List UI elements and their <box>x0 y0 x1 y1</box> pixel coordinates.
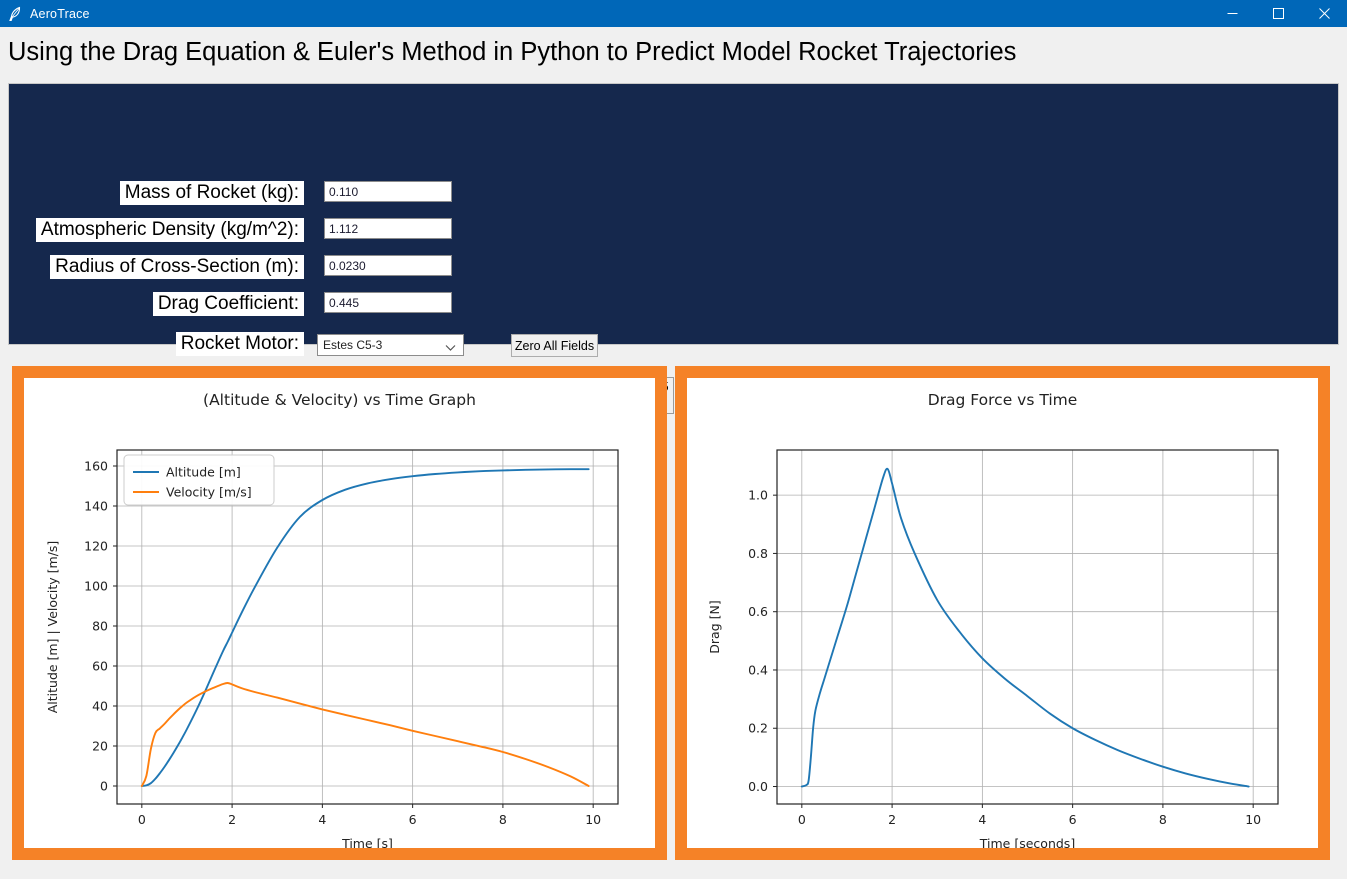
parameters-panel: Mass of Rocket (kg): 0.110 Atmospheric D… <box>8 83 1339 414</box>
svg-text:10: 10 <box>585 812 601 827</box>
drag-force-panel: Drag Force vs Time 0 2 4 6 8 10 0.0 0.2 0.4 0.6 0.… <box>675 366 1330 860</box>
minimize-button[interactable] <box>1209 0 1255 27</box>
svg-text:0: 0 <box>138 812 146 827</box>
svg-text:160: 160 <box>84 459 108 474</box>
label-atmospheric-density: Atmospheric Density (kg/m^2): <box>35 218 304 242</box>
feather-icon <box>0 6 30 22</box>
svg-text:0.2: 0.2 <box>748 721 768 736</box>
select-rocket-motor[interactable]: Estes C5-3 <box>317 334 464 356</box>
label-drag-coefficient: Drag Coefficient: <box>152 292 304 316</box>
page-title: Using the Drag Equation & Euler's Method… <box>8 37 1017 66</box>
svg-text:4: 4 <box>978 812 986 827</box>
svg-text:0.4: 0.4 <box>748 662 768 677</box>
select-rocket-motor-value: Estes C5-3 <box>323 338 383 352</box>
svg-text:0: 0 <box>100 779 108 794</box>
svg-text:Velocity [m/s]: Velocity [m/s] <box>166 485 252 500</box>
chevron-down-icon <box>445 341 456 355</box>
svg-text:1.0: 1.0 <box>748 488 768 503</box>
svg-text:80: 80 <box>92 619 108 634</box>
svg-text:0: 0 <box>798 812 806 827</box>
svg-text:Drag [N]: Drag [N] <box>707 600 722 653</box>
svg-text:0.8: 0.8 <box>748 546 768 561</box>
svg-text:4: 4 <box>318 812 326 827</box>
window-title: AeroTrace <box>30 6 90 21</box>
svg-text:0.0: 0.0 <box>748 779 768 794</box>
svg-text:120: 120 <box>84 539 108 554</box>
svg-text:2: 2 <box>888 812 896 827</box>
svg-text:140: 140 <box>84 499 108 514</box>
label-mass-of-rocket: Mass of Rocket (kg): <box>119 181 304 205</box>
input-drag-coefficient[interactable]: 0.445 <box>324 292 452 313</box>
altitude-velocity-panel: (Altitude & Velocity) vs Time Graph 0 2 4 6… <box>12 366 667 860</box>
input-atmospheric-density[interactable]: 1.112 <box>324 218 452 239</box>
svg-text:8: 8 <box>1159 812 1167 827</box>
altitude-velocity-chart-title: (Altitude & Velocity) vs Time Graph <box>203 391 476 409</box>
app-header: Using the Drag Equation & Euler's Method… <box>0 27 1347 77</box>
svg-text:10: 10 <box>1245 812 1261 827</box>
label-rocket-motor: Rocket Motor: <box>175 332 304 356</box>
label-radius-of-cross-section: Radius of Cross-Section (m): <box>50 255 304 279</box>
svg-text:20: 20 <box>92 739 108 754</box>
zero-all-fields-button[interactable]: Zero All Fields <box>511 334 598 357</box>
svg-text:0.6: 0.6 <box>748 604 768 619</box>
close-button[interactable] <box>1301 0 1347 27</box>
svg-text:100: 100 <box>84 579 108 594</box>
svg-text:2: 2 <box>228 812 236 827</box>
svg-text:60: 60 <box>92 659 108 674</box>
input-radius-of-cross-section[interactable]: 0.0230 <box>324 255 452 276</box>
drag-force-chart: 0 2 4 6 8 10 0.0 0.2 0.4 0.6 0.8 1.0 Time [seconds] D… <box>707 449 1279 851</box>
svg-text:Time [seconds]: Time [seconds] <box>979 836 1075 848</box>
svg-text:6: 6 <box>409 812 417 827</box>
input-mass-of-rocket[interactable]: 0.110 <box>324 181 452 202</box>
svg-text:8: 8 <box>499 812 507 827</box>
svg-text:Time [s]: Time [s] <box>341 836 393 848</box>
svg-text:40: 40 <box>92 699 108 714</box>
svg-text:6: 6 <box>1069 812 1077 827</box>
window-titlebar: AeroTrace <box>0 0 1347 27</box>
drag-force-chart-title: Drag Force vs Time <box>927 391 1078 409</box>
svg-text:Altitude [m]: Altitude [m] <box>166 465 241 480</box>
altitude-velocity-chart: 0 2 4 6 8 10020406080100120140160Time [s]Alti… <box>45 449 619 851</box>
maximize-button[interactable] <box>1255 0 1301 27</box>
svg-text:Altitude [m] | Velocity [m/s]: Altitude [m] | Velocity [m/s] <box>45 541 60 714</box>
